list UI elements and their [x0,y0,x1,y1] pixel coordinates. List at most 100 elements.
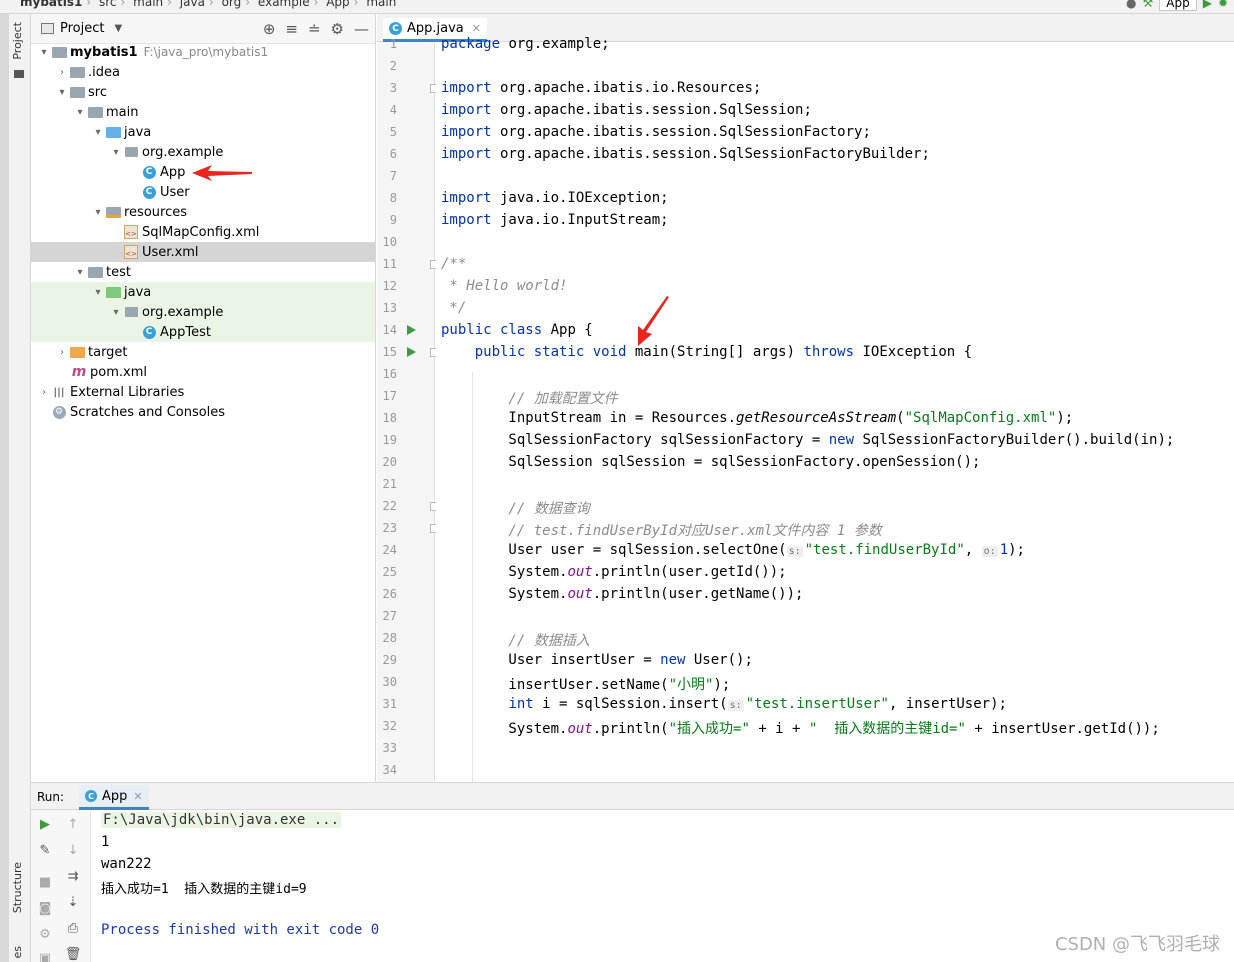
breadcrumb-item[interactable]: org [222,0,242,9]
tree-item-user[interactable]: C User [31,182,375,202]
code-line: SqlSessionFactory sqlSessionFactory = ne… [441,432,1175,448]
class-icon: C [141,185,157,199]
line-number: 19 [382,433,397,447]
arrow-up-icon[interactable]: ↑ [65,816,81,832]
tree-item-main[interactable]: ▾ main [31,102,375,122]
stop-icon[interactable]: ■ [37,874,53,890]
tree-item-test-java[interactable]: ▾ java [31,282,375,302]
tool-strip-highlight [0,14,9,962]
breadcrumb-item[interactable]: example [258,0,310,9]
chevron-down-icon[interactable]: ▾ [55,87,69,98]
annotation-arrow [638,296,669,346]
rerun-icon[interactable]: ▶ [37,816,53,832]
breadcrumb-item[interactable]: mybatis1 [20,0,82,9]
breadcrumb-item[interactable]: java [180,0,205,9]
package-icon [123,145,139,159]
breadcrumb-item[interactable]: main [366,0,396,9]
code-line: // 数据查询 [441,501,590,517]
line-number: 28 [382,631,397,645]
main-toolbar: ● ⚒ App ▶ ✹ [1126,0,1234,12]
camera-icon[interactable]: ◙ [37,900,53,916]
print-icon[interactable]: ⎙ [65,920,81,936]
gear-icon[interactable]: ⚙ [331,20,344,38]
line-number: 21 [382,477,397,491]
project-panel-title[interactable]: Project [60,21,104,36]
user-icon[interactable]: ● [1126,0,1136,10]
line-number: 27 [382,609,397,623]
run-main-icon[interactable] [407,347,416,357]
scroll-to-end-icon[interactable]: ⇣ [65,894,81,910]
chevron-right-icon[interactable]: › [55,67,69,78]
code-line: InputStream in = Resources.getResourceAs… [441,410,1074,426]
code-line: */ [441,300,467,316]
hide-icon[interactable]: — [354,20,369,38]
line-number: 29 [382,653,397,667]
settings-icon[interactable]: ⚙ [37,926,53,942]
chevron-down-icon[interactable]: ▾ [109,307,123,318]
code-line: System.out.println("插入成功=" + i + " 插入数据的… [441,721,1160,737]
chevron-down-icon[interactable]: ▾ [91,207,105,218]
trash-icon[interactable]: 🗑 [65,946,82,962]
tree-item-sqlmapconfig[interactable]: <> SqlMapConfig.xml [31,222,375,242]
soft-wrap-icon[interactable]: ⇉ [65,868,81,884]
expand-all-icon[interactable]: ≡ [285,20,298,38]
code-line: System.out.println(user.getId()); [441,564,787,580]
tree-item-scratches[interactable]: ⚙ Scratches and Consoles [31,402,375,422]
tree-item-idea[interactable]: › .idea [31,62,375,82]
tree-item-java[interactable]: ▾ java [31,122,375,142]
run-tab-app[interactable]: C App ✕ [79,785,149,810]
breadcrumb-item[interactable]: main [133,0,163,9]
chevron-down-icon[interactable]: ▾ [91,127,105,138]
run-configuration-select[interactable]: App [1159,0,1197,11]
bottom-tool-tab[interactable]: es [11,946,24,959]
code-line: SqlSession sqlSession = sqlSessionFactor… [441,454,981,470]
locate-icon[interactable]: ⊕ [263,20,276,38]
package-icon [123,305,139,319]
chevron-down-icon[interactable]: ▾ [37,47,51,58]
wrench-icon[interactable]: ✎ [37,842,53,858]
run-class-icon[interactable] [407,325,416,335]
class-icon: C [85,790,97,802]
arrow-down-icon[interactable]: ↓ [65,842,81,858]
maven-icon: m [71,364,87,380]
chevron-right-icon[interactable]: › [37,387,51,398]
close-icon[interactable]: ✕ [472,22,481,35]
debug-icon[interactable]: ✹ [1218,0,1228,10]
chevron-down-icon[interactable]: ▾ [73,107,87,118]
tree-item-mybatis1[interactable]: ▾ mybatis1 F:\java_pro\mybatis1 [31,42,375,62]
folder-icon [87,105,103,119]
tree-item-resources[interactable]: ▾ resources [31,202,375,222]
tree-item-apptest[interactable]: C AppTest [31,322,375,342]
chevron-down-icon[interactable]: ▾ [91,287,105,298]
layout-icon[interactable]: ▣ [37,950,53,962]
tree-item-test-org-example[interactable]: ▾ org.example [31,302,375,322]
chevron-down-icon[interactable]: ▾ [73,267,87,278]
code-line: public class App { [441,322,593,338]
run-console[interactable]: F:\Java\jdk\bin\java.exe ... 1 wan222 插入… [92,810,1234,962]
run-icon[interactable]: ▶ [1203,0,1212,10]
chevron-down-icon[interactable]: ▼ [114,23,122,34]
tree-item-target[interactable]: › target [31,342,375,362]
line-number: 20 [382,455,397,469]
code-editor[interactable]: package org.example; import org.apache.i… [436,36,1234,782]
tree-item-external-libraries[interactable]: › ||| External Libraries [31,382,375,402]
tree-item-src[interactable]: ▾ src [31,82,375,102]
line-number: 8 [389,191,397,205]
build-icon[interactable]: ⚒ [1142,0,1153,10]
structure-tool-tab[interactable]: Structure [11,862,24,913]
chevron-right-icon[interactable]: › [55,347,69,358]
tree-item-org-example[interactable]: ▾ org.example [31,142,375,162]
breadcrumb-item[interactable]: App [326,0,349,9]
tree-item-test[interactable]: ▾ test [31,262,375,282]
class-icon: C [141,165,157,179]
line-number: 14 [382,323,397,337]
project-tool-tab[interactable]: Project [11,22,24,60]
tree-item-user-xml[interactable]: <> User.xml [31,242,375,262]
collapse-all-icon[interactable]: ≐ [308,20,321,38]
close-icon[interactable]: ✕ [133,790,142,803]
parameter-hint: s: [727,700,744,711]
chevron-down-icon[interactable]: ▾ [109,147,123,158]
line-number: 10 [382,235,397,249]
tree-item-pom[interactable]: m pom.xml [31,362,375,382]
breadcrumb-item[interactable]: src [99,0,117,9]
